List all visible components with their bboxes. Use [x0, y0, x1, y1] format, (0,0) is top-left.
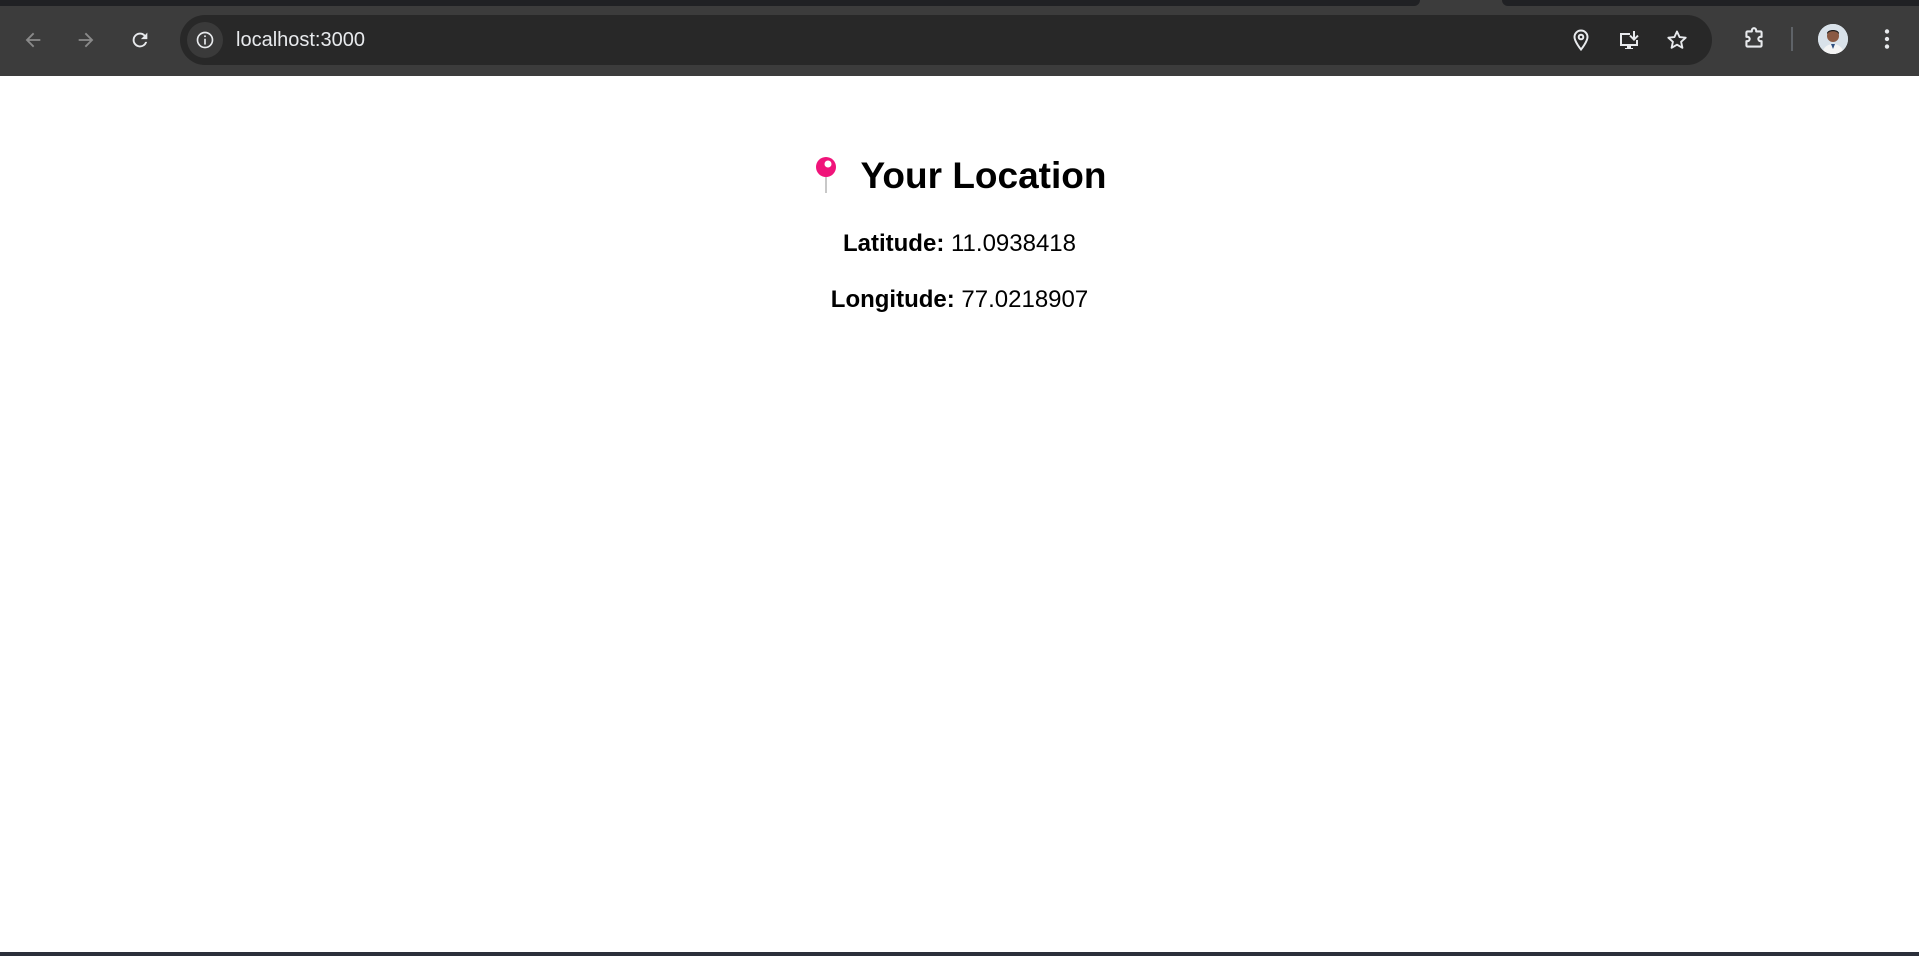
avatar-icon [1818, 24, 1848, 54]
kebab-menu-icon [1884, 29, 1890, 49]
site-info-button[interactable] [187, 22, 223, 58]
url-text[interactable]: localhost:3000 [236, 15, 365, 65]
forward-button[interactable] [68, 22, 104, 58]
round-pushpin-icon [815, 157, 836, 193]
browser-toolbar: localhost:3000 [0, 0, 1919, 76]
extensions-button[interactable] [1740, 25, 1768, 53]
install-app-icon [1620, 31, 1639, 49]
star-icon [1667, 30, 1687, 49]
reload-icon [132, 32, 148, 48]
location-pin-icon [1573, 29, 1589, 52]
window-bottom-border [0, 952, 1919, 956]
tab-strip [0, 0, 1420, 6]
tab-strip [1502, 0, 1919, 6]
browser-menu-button[interactable] [1873, 25, 1901, 53]
longitude-value: 77.0218907 [961, 286, 1089, 313]
latitude-label: Latitude: [842, 230, 945, 257]
back-button[interactable] [15, 22, 51, 58]
page-heading: Your Location [0, 155, 1919, 197]
address-bar[interactable]: localhost:3000 [180, 15, 1712, 65]
profile-avatar[interactable] [1818, 24, 1848, 54]
latitude-value: 11.0938418 [950, 230, 1076, 257]
page-content: Your Location Latitude: 11.0938418 Longi… [0, 76, 1919, 952]
toolbar-divider [1791, 27, 1793, 51]
puzzle-icon [1745, 27, 1763, 48]
arrow-right-icon [78, 32, 94, 48]
reload-button[interactable] [122, 22, 158, 58]
arrow-left-icon [25, 32, 41, 48]
install-app-button[interactable] [1617, 28, 1641, 52]
page-title: Your Location [860, 155, 1107, 196]
latitude-row: Latitude: 11.0938418 [0, 230, 1919, 258]
longitude-label: Longitude: [830, 286, 955, 313]
longitude-row: Longitude: 77.0218907 [0, 286, 1919, 314]
bookmark-button[interactable] [1665, 28, 1689, 52]
info-icon [196, 31, 214, 49]
location-permission-button[interactable] [1569, 28, 1593, 52]
